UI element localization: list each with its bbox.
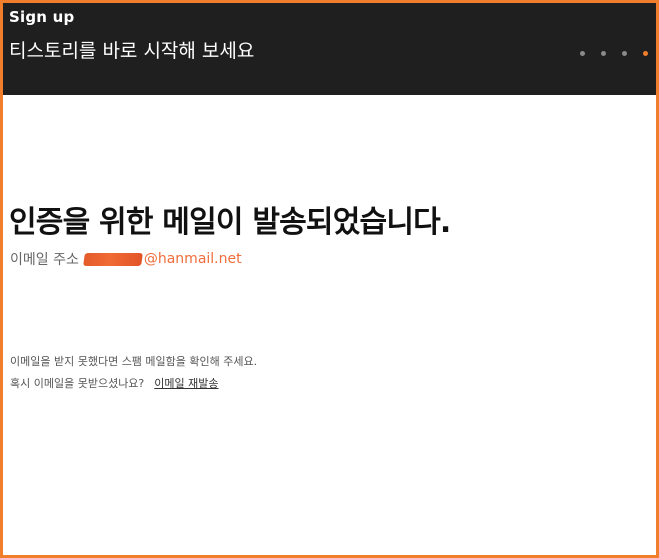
header-title: Sign up: [9, 8, 75, 26]
step-dot-4-active: [643, 51, 648, 56]
step-dot-3: [622, 51, 627, 56]
resend-prompt-text: 혹시 이메일을 못받으셨나요?: [10, 377, 145, 390]
confirmation-heading: 인증을 위한 메일이 발송되었습니다.: [9, 205, 451, 240]
email-address-row: 이메일 주소 @hanmail.net: [10, 249, 242, 269]
resend-email-link[interactable]: 이메일 재발송: [154, 375, 218, 391]
header-bar: Sign up 티스토리를 바로 시작해 보세요: [3, 3, 656, 95]
step-dot-2: [601, 51, 606, 56]
spam-help-text: 이메일을 받지 못했다면 스팸 메일함을 확인해 주세요.: [10, 355, 258, 368]
email-address-label: 이메일 주소: [10, 252, 79, 268]
redacted-email-username: [82, 252, 143, 266]
email-domain: @hanmail.net: [143, 251, 242, 267]
resend-row: 혹시 이메일을 못받으셨나요? 이메일 재발송: [10, 375, 219, 391]
step-indicator: [580, 51, 648, 56]
step-dot-1: [580, 51, 585, 56]
header-subtitle: 티스토리를 바로 시작해 보세요: [9, 40, 255, 62]
signup-window: Sign up 티스토리를 바로 시작해 보세요 인증을 위한 메일이 발송되었…: [0, 0, 659, 558]
